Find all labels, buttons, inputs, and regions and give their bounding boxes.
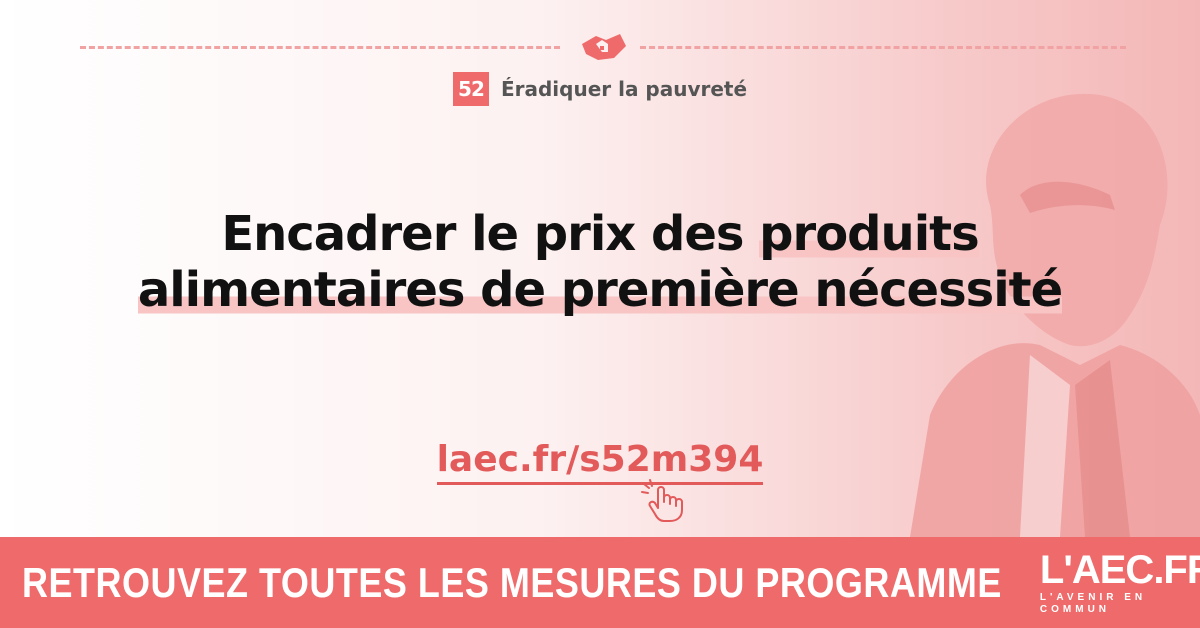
headline-line-1: Encadrer le prix des produits bbox=[0, 206, 1200, 262]
short-link-container: laec.fr/s52m394 bbox=[0, 438, 1200, 485]
hand-pointer-click-icon bbox=[641, 479, 683, 522]
headline-line-1-text: Encadrer le prix des bbox=[221, 206, 760, 262]
short-link[interactable]: laec.fr/s52m394 bbox=[436, 438, 764, 485]
top-dashed-divider-left bbox=[80, 46, 560, 49]
handshake-icon bbox=[582, 34, 626, 60]
cta-text: RETROUVEZ TOUTES LES MESURES DU PROGRAMM… bbox=[22, 558, 1002, 606]
headline-line-1-highlight: produits bbox=[759, 206, 980, 262]
logo-main-text: L'AEC.FR bbox=[1039, 547, 1200, 592]
category-tag: 52 Éradiquer la pauvreté bbox=[0, 72, 1200, 106]
site-logo: L'AEC.FR L'AVENIR EN COMMUN bbox=[1040, 550, 1200, 616]
cta-banner[interactable]: RETROUVEZ TOUTES LES MESURES DU PROGRAMM… bbox=[0, 537, 1200, 628]
headline-line-2: alimentaires de première nécessité bbox=[0, 262, 1200, 318]
headline-line-2-highlight: alimentaires de première nécessité bbox=[137, 262, 1063, 318]
top-dashed-divider-right bbox=[640, 46, 1126, 49]
category-label: Éradiquer la pauvreté bbox=[500, 77, 748, 101]
category-number-badge: 52 bbox=[452, 72, 489, 106]
logo-tagline: L'AVENIR EN COMMUN bbox=[1039, 591, 1147, 615]
measure-headline: Encadrer le prix des produits alimentair… bbox=[0, 206, 1200, 318]
